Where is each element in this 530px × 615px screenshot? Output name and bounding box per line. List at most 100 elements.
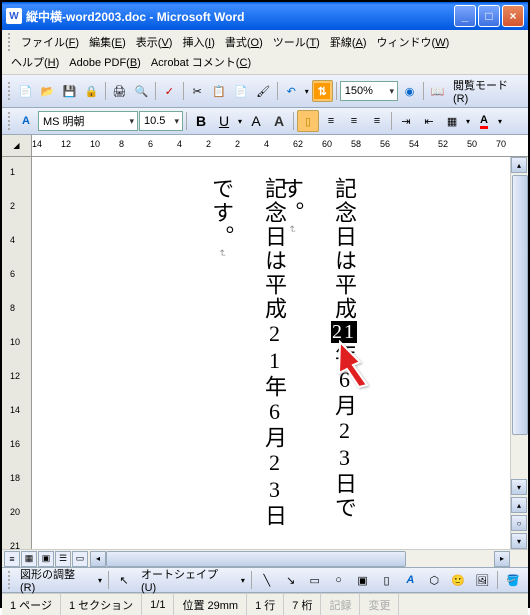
- autoshape-dropdown[interactable]: ▾: [239, 576, 247, 585]
- document-scroll: 記念日は平成21年6月23日です。↵ 記念日は平成21年6月23日です。↵: [32, 157, 510, 549]
- zoom-select[interactable]: 150%: [340, 81, 398, 101]
- cut-button[interactable]: ✂: [187, 80, 208, 102]
- undo-button[interactable]: ↶: [281, 80, 302, 102]
- separator: [293, 112, 294, 130]
- vertical-scrollbar[interactable]: ▴ ▾ ▴ ○ ▾: [510, 157, 528, 549]
- status-section: 1 セクション: [61, 594, 142, 615]
- menu-ツール[interactable]: ツール(T): [268, 35, 325, 51]
- menu-書式[interactable]: 書式(O): [220, 35, 268, 51]
- outline-view-button[interactable]: ☰: [55, 551, 71, 567]
- outdent-button[interactable]: ⇤: [418, 110, 440, 132]
- textbox-button[interactable]: ▣: [352, 569, 374, 591]
- vertical-ruler[interactable]: 1246810121416182021: [2, 157, 32, 567]
- document-page[interactable]: 記念日は平成21年6月23日です。↵ 記念日は平成21年6月23日です。↵: [32, 157, 510, 549]
- styles-button[interactable]: A: [15, 110, 37, 132]
- separator: [183, 82, 184, 100]
- select-objects-button[interactable]: ↖: [113, 569, 135, 591]
- font-color-button[interactable]: A: [473, 110, 495, 132]
- scroll-right-button[interactable]: ▸: [494, 551, 510, 567]
- open-button[interactable]: 📂: [37, 80, 58, 102]
- shape-adjust-dropdown[interactable]: ▾: [96, 576, 104, 585]
- clipart-button[interactable]: 🙂: [447, 569, 469, 591]
- toolbar-grip[interactable]: [8, 112, 12, 130]
- menu-Adobe PDF[interactable]: Adobe PDF(B): [64, 55, 146, 71]
- separator: [336, 82, 337, 100]
- hscroll-thumb[interactable]: [106, 551, 406, 567]
- maximize-button[interactable]: □: [478, 5, 500, 27]
- font-size-select[interactable]: 10.5: [139, 111, 183, 131]
- line-button[interactable]: ╲: [256, 569, 278, 591]
- scroll-thumb[interactable]: [512, 175, 528, 435]
- toolbar-grip[interactable]: [8, 82, 12, 100]
- window-title: 縦中横-word2003.doc - Microsoft Word: [26, 8, 454, 25]
- new-doc-button[interactable]: 📄: [15, 80, 36, 102]
- copy-button[interactable]: 📋: [209, 80, 230, 102]
- format-painter-button[interactable]: 🖌: [253, 80, 274, 102]
- font-a1-button[interactable]: A: [245, 110, 267, 132]
- underline-button[interactable]: U: [213, 110, 235, 132]
- shape-adjust-menu[interactable]: 図形の調整(R): [16, 566, 94, 594]
- font-color-dropdown[interactable]: ▾: [496, 117, 504, 126]
- toolbar-grip[interactable]: [8, 33, 12, 51]
- border-dropdown[interactable]: ▾: [464, 117, 472, 126]
- underline-dropdown[interactable]: ▾: [236, 117, 244, 126]
- picture-button[interactable]: 🖼: [471, 569, 493, 591]
- oval-button[interactable]: ○: [328, 569, 350, 591]
- wordart-button[interactable]: A: [399, 569, 421, 591]
- vtextbox-button[interactable]: ▯: [376, 569, 398, 591]
- menu-編集[interactable]: 編集(E): [84, 35, 131, 51]
- horizontal-ruler[interactable]: ◢ 1412108642246260585654525070: [2, 135, 528, 157]
- align-left-button[interactable]: ≡: [320, 110, 342, 132]
- fill-color-button[interactable]: 🪣: [502, 569, 524, 591]
- print-button[interactable]: 🖨: [109, 80, 130, 102]
- distributed-button[interactable]: ▯: [297, 110, 319, 132]
- help-button[interactable]: ◉: [399, 80, 420, 102]
- close-button[interactable]: ×: [502, 5, 524, 27]
- indent-button[interactable]: ⇥: [395, 110, 417, 132]
- scroll-up-button[interactable]: ▴: [511, 157, 527, 173]
- paste-button[interactable]: 📄: [231, 80, 252, 102]
- spellcheck-button[interactable]: ✓: [159, 80, 180, 102]
- menu-ファイル[interactable]: ファイル(F): [16, 35, 84, 51]
- web-view-button[interactable]: ▦: [21, 551, 37, 567]
- border-button[interactable]: ▦: [441, 110, 463, 132]
- normal-view-button[interactable]: ≡: [4, 551, 20, 567]
- text-direction-button[interactable]: ⇅: [312, 80, 333, 102]
- menu-bar: ファイル(F)編集(E)表示(V)挿入(I)書式(O)ツール(T)罫線(A)ウィ…: [2, 30, 528, 75]
- minimize-button[interactable]: _: [454, 5, 476, 27]
- read-icon[interactable]: 📖: [427, 80, 448, 102]
- save-button[interactable]: 💾: [59, 80, 80, 102]
- browse-object-button[interactable]: ○: [511, 515, 527, 531]
- separator: [277, 82, 278, 100]
- separator: [186, 112, 187, 130]
- menu-Acrobat コメント[interactable]: Acrobat コメント(C): [146, 55, 256, 71]
- bold-button[interactable]: B: [190, 110, 212, 132]
- font-name-select[interactable]: MS 明朝: [38, 111, 138, 131]
- scroll-down-button[interactable]: ▾: [511, 479, 527, 495]
- diagram-button[interactable]: ⬡: [423, 569, 445, 591]
- reading-mode-button[interactable]: 閲覧モード(R): [449, 77, 524, 105]
- drawing-toolbar: 図形の調整(R) ▾ ↖ オートシェイプ(U) ▾ ╲ ↘ ▭ ○ ▣ ▯ A …: [2, 567, 528, 593]
- toolbar-grip[interactable]: [8, 571, 12, 589]
- align-center-button[interactable]: ≡: [343, 110, 365, 132]
- preview-button[interactable]: 🔍: [131, 80, 152, 102]
- font-a2-button[interactable]: A: [268, 110, 290, 132]
- print-view-button[interactable]: ▣: [38, 551, 54, 567]
- horizontal-scrollbar-row: ≡ ▦ ▣ ☰ ▭ ◂ ▸: [2, 549, 528, 567]
- rectangle-button[interactable]: ▭: [304, 569, 326, 591]
- menu-表示[interactable]: 表示(V): [131, 35, 178, 51]
- align-justify-button[interactable]: ≡: [366, 110, 388, 132]
- permissions-button[interactable]: 🔒: [81, 80, 102, 102]
- menu-罫線[interactable]: 罫線(A): [325, 35, 372, 51]
- undo-dropdown[interactable]: ▾: [303, 87, 311, 96]
- menu-ヘルプ[interactable]: ヘルプ(H): [6, 55, 64, 71]
- menu-挿入[interactable]: 挿入(I): [177, 35, 219, 51]
- prev-page-button[interactable]: ▴: [511, 497, 527, 513]
- arrow-button[interactable]: ↘: [280, 569, 302, 591]
- next-page-button[interactable]: ▾: [511, 533, 527, 549]
- autoshape-menu[interactable]: オートシェイプ(U): [137, 566, 237, 594]
- menu-ウィンドウ[interactable]: ウィンドウ(W): [372, 35, 455, 51]
- scroll-left-button[interactable]: ◂: [90, 551, 106, 567]
- reading-view-button[interactable]: ▭: [72, 551, 88, 567]
- text-line-2[interactable]: 記念日は平成21年6月23日です。↵: [194, 177, 300, 549]
